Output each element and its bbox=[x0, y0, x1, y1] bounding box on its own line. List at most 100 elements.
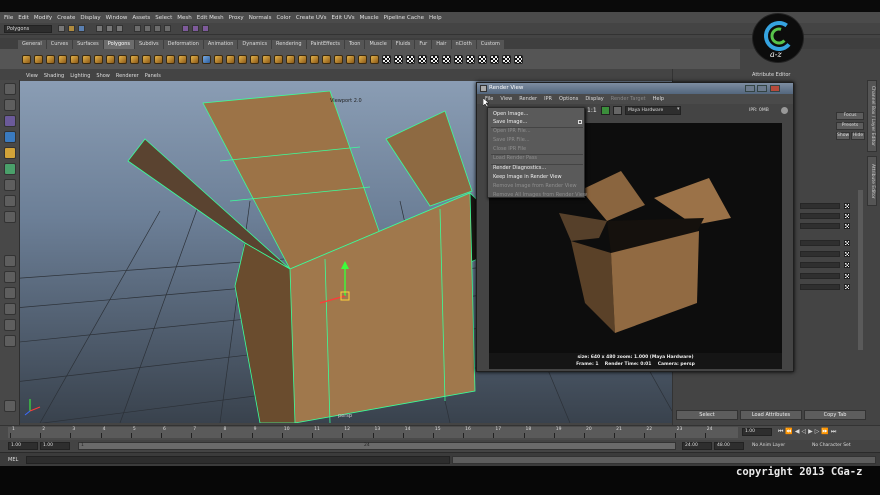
menu-muscle[interactable]: Muscle bbox=[360, 15, 379, 21]
polygon-tool-icon[interactable] bbox=[46, 54, 55, 64]
menu-color[interactable]: Color bbox=[276, 15, 290, 21]
step-back-icon[interactable]: ◀ bbox=[795, 428, 800, 436]
soft-mod-tool-icon[interactable] bbox=[4, 195, 16, 207]
polygon-tool-icon[interactable] bbox=[286, 54, 295, 64]
snap-point-icon[interactable] bbox=[154, 25, 161, 32]
polygon-tool-icon[interactable] bbox=[82, 54, 91, 64]
shelf-tab-polygons[interactable]: Polygons bbox=[103, 40, 134, 49]
renderer-selector[interactable]: Maya Hardware bbox=[625, 106, 681, 115]
shelf-tab-rendering[interactable]: Rendering bbox=[272, 40, 306, 49]
time-slider-track[interactable]: 1 2 3 4 5 6 7 8 9 10 11 12 13 14 15 16 17 18 19 20 21 22 23 24 bbox=[8, 427, 738, 438]
viewport-menu-shading[interactable]: Shading bbox=[44, 73, 64, 79]
shelf-tab-fluids[interactable]: Fluids bbox=[391, 40, 415, 49]
uv-checker-icon[interactable] bbox=[406, 54, 415, 64]
step-back-key-icon[interactable]: ⏪ bbox=[785, 428, 792, 436]
mel-label[interactable]: MEL bbox=[8, 457, 18, 463]
polygon-tool-icon[interactable] bbox=[226, 54, 235, 64]
uv-checker-icon[interactable] bbox=[418, 54, 427, 64]
menu-assets[interactable]: Assets bbox=[132, 15, 150, 21]
menu-pipeline-cache[interactable]: Pipeline Cache bbox=[384, 15, 424, 21]
uv-checker-icon[interactable] bbox=[490, 54, 499, 64]
polygon-tool-icon[interactable] bbox=[130, 54, 139, 64]
layout-outliner-icon[interactable] bbox=[4, 303, 16, 315]
play-forward-icon[interactable]: ▶ bbox=[808, 428, 813, 436]
render-view-menu-view[interactable]: View bbox=[500, 96, 512, 102]
polygon-tool-icon[interactable] bbox=[154, 54, 163, 64]
polygon-tool-icon[interactable] bbox=[22, 54, 31, 64]
chevron-down-icon[interactable]: ▾ bbox=[677, 106, 680, 112]
close-button[interactable] bbox=[770, 85, 780, 92]
shelf-tab-custom[interactable]: Custom bbox=[476, 40, 504, 49]
menu-edit-uvs[interactable]: Edit UVs bbox=[332, 15, 355, 21]
file-menu-item[interactable]: Render Diagnostics... bbox=[493, 165, 546, 171]
polygon-tool-icon[interactable] bbox=[238, 54, 247, 64]
menu-normals[interactable]: Normals bbox=[249, 15, 272, 21]
manipulator-tool-icon[interactable] bbox=[4, 179, 16, 191]
script-editor-icon[interactable] bbox=[4, 400, 16, 412]
viewport-menu-renderer[interactable]: Renderer bbox=[116, 73, 139, 79]
polygon-tool-icon[interactable] bbox=[262, 54, 271, 64]
attribute-field[interactable] bbox=[800, 262, 840, 268]
uv-checker-icon[interactable] bbox=[430, 54, 439, 64]
menu-file[interactable]: File bbox=[4, 15, 13, 21]
shelf-tab-painteffects[interactable]: PaintEffects bbox=[306, 40, 344, 49]
display-rgb-icon[interactable] bbox=[613, 106, 622, 115]
render-view-menu-render-target[interactable]: Render Target bbox=[611, 96, 646, 102]
menu-proxy[interactable]: Proxy bbox=[229, 15, 244, 21]
minimize-button[interactable] bbox=[745, 85, 755, 92]
file-menu-item[interactable]: Open Image... bbox=[493, 111, 528, 117]
polygon-tool-icon[interactable] bbox=[142, 54, 151, 64]
shelf-tab-toon[interactable]: Toon bbox=[344, 40, 365, 49]
shelf-tab-ncloth[interactable]: nCloth bbox=[451, 40, 476, 49]
cardboard-box-model[interactable] bbox=[127, 90, 521, 423]
layout-four-icon[interactable] bbox=[4, 271, 16, 283]
texture-map-icon[interactable] bbox=[844, 240, 850, 246]
shelf-tab-curves[interactable]: Curves bbox=[46, 40, 73, 49]
polygon-tool-icon[interactable] bbox=[106, 54, 115, 64]
shelf-tab-fur[interactable]: Fur bbox=[415, 40, 432, 49]
step-forward-key-icon[interactable]: ⏩ bbox=[821, 428, 828, 436]
shelf-tab-dynamics[interactable]: Dynamics bbox=[238, 40, 272, 49]
viewport-menu-lighting[interactable]: Lighting bbox=[70, 73, 90, 79]
layout-two-icon[interactable] bbox=[4, 287, 16, 299]
polygon-tool-icon[interactable] bbox=[34, 54, 43, 64]
playback-start-field[interactable]: 1.00 bbox=[40, 442, 70, 450]
shelf-tab-animation[interactable]: Animation bbox=[203, 40, 238, 49]
menu-set-selector[interactable]: Polygons bbox=[4, 25, 52, 33]
menu-select[interactable]: Select bbox=[155, 15, 172, 21]
texture-map-icon[interactable] bbox=[844, 203, 850, 209]
render-view-menu-render[interactable]: Render bbox=[519, 96, 537, 102]
play-back-icon[interactable]: ◁ bbox=[802, 428, 807, 436]
texture-map-icon[interactable] bbox=[844, 251, 850, 257]
lasso-tool-icon[interactable] bbox=[4, 99, 16, 111]
start-time-field[interactable]: 1.00 bbox=[8, 442, 38, 450]
polygon-tool-icon[interactable] bbox=[190, 54, 199, 64]
viewport-menu-panels[interactable]: Panels bbox=[145, 73, 161, 79]
end-time-field[interactable]: 48.00 bbox=[714, 442, 744, 450]
anim-layer-selector[interactable]: No Anim Layer bbox=[752, 443, 785, 448]
texture-map-icon[interactable] bbox=[844, 223, 850, 229]
shelf-tab-general[interactable]: General bbox=[18, 40, 46, 49]
texture-map-icon[interactable] bbox=[844, 262, 850, 268]
open-scene-icon[interactable] bbox=[68, 25, 75, 32]
maximize-button[interactable] bbox=[757, 85, 767, 92]
focus-button[interactable]: Focus bbox=[836, 112, 864, 120]
shelf-tab-surfaces[interactable]: Surfaces bbox=[73, 40, 103, 49]
step-forward-icon[interactable]: ▷ bbox=[815, 428, 820, 436]
texture-map-icon[interactable] bbox=[844, 284, 850, 290]
select-object-icon[interactable] bbox=[106, 25, 113, 32]
polygon-tool-icon[interactable] bbox=[94, 54, 103, 64]
current-frame-field[interactable]: 1.00 bbox=[742, 428, 772, 436]
snap-curve-icon[interactable] bbox=[144, 25, 151, 32]
paint-select-tool-icon[interactable] bbox=[4, 115, 16, 127]
menu-mesh[interactable]: Mesh bbox=[177, 15, 191, 21]
attribute-field[interactable] bbox=[800, 273, 840, 279]
menu-window[interactable]: Window bbox=[106, 15, 128, 21]
rotate-tool-icon[interactable] bbox=[4, 147, 16, 159]
texture-map-icon[interactable] bbox=[844, 273, 850, 279]
attribute-scrollbar[interactable] bbox=[858, 190, 863, 350]
select-button[interactable]: Select bbox=[676, 410, 738, 420]
shelf-tab-hair[interactable]: Hair bbox=[432, 40, 451, 49]
polygon-tool-icon[interactable] bbox=[250, 54, 259, 64]
snap-view-plane-icon[interactable] bbox=[164, 25, 171, 32]
